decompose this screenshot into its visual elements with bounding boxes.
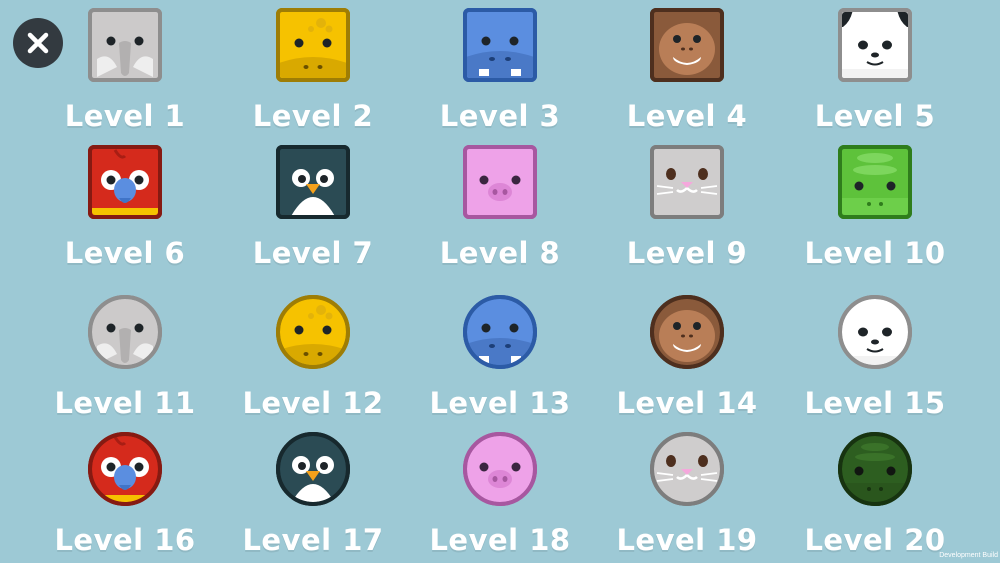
snake-face-graphic (838, 145, 912, 219)
level-7-button[interactable]: Level 7 (233, 144, 393, 274)
level-label: Level 6 (64, 236, 186, 270)
level-14-button[interactable]: Level 14 (607, 294, 767, 424)
level-5-button[interactable]: Level 5 (795, 7, 955, 137)
level-17-button[interactable]: Level 17 (233, 431, 393, 561)
penguin-icon (275, 431, 351, 507)
panda-face-graphic (838, 8, 912, 82)
level-10-button[interactable]: Level 10 (795, 144, 955, 274)
parrot-face-graphic (88, 432, 162, 506)
hippo-icon (462, 7, 538, 83)
panda-icon (837, 294, 913, 370)
level-11-button[interactable]: Level 11 (45, 294, 205, 424)
dev-build-label: Development Build (939, 552, 998, 559)
elephant-icon (87, 7, 163, 83)
penguin-face-graphic (276, 432, 350, 506)
level-label: Level 20 (804, 523, 946, 557)
pig-icon (462, 431, 538, 507)
crocodile-face-graphic (838, 432, 912, 506)
level-19-button[interactable]: Level 19 (607, 431, 767, 561)
parrot-face-graphic (88, 145, 162, 219)
level-1-button[interactable]: Level 1 (45, 7, 205, 137)
level-label: Level 16 (54, 523, 196, 557)
level-3-button[interactable]: Level 3 (420, 7, 580, 137)
level-label: Level 5 (814, 99, 936, 133)
level-label: Level 2 (252, 99, 374, 133)
level-label: Level 14 (616, 386, 758, 420)
parrot-icon (87, 431, 163, 507)
penguin-face-graphic (276, 145, 350, 219)
hippo-icon (462, 294, 538, 370)
giraffe-face-graphic (276, 8, 350, 82)
level-label: Level 15 (804, 386, 946, 420)
penguin-icon (275, 144, 351, 220)
rabbit-icon (649, 431, 725, 507)
pig-face-graphic (463, 432, 537, 506)
level-6-button[interactable]: Level 6 (45, 144, 205, 274)
level-13-button[interactable]: Level 13 (420, 294, 580, 424)
rabbit-face-graphic (650, 145, 724, 219)
level-label: Level 11 (54, 386, 196, 420)
level-20-button[interactable]: Level 20 (795, 431, 955, 561)
level-label: Level 12 (242, 386, 384, 420)
level-label: Level 4 (626, 99, 748, 133)
crocodile-icon (837, 431, 913, 507)
elephant-face-graphic (88, 295, 162, 369)
level-2-button[interactable]: Level 2 (233, 7, 393, 137)
level-label: Level 8 (439, 236, 561, 270)
level-label: Level 19 (616, 523, 758, 557)
hippo-face-graphic (463, 8, 537, 82)
level-16-button[interactable]: Level 16 (45, 431, 205, 561)
hippo-face-graphic (463, 295, 537, 369)
snake-icon (837, 144, 913, 220)
level-label: Level 3 (439, 99, 561, 133)
monkey-icon (649, 294, 725, 370)
giraffe-face-graphic (276, 295, 350, 369)
parrot-icon (87, 144, 163, 220)
monkey-face-graphic (650, 8, 724, 82)
level-12-button[interactable]: Level 12 (233, 294, 393, 424)
pig-icon (462, 144, 538, 220)
level-8-button[interactable]: Level 8 (420, 144, 580, 274)
level-label: Level 9 (626, 236, 748, 270)
elephant-icon (87, 294, 163, 370)
level-label: Level 13 (429, 386, 571, 420)
level-9-button[interactable]: Level 9 (607, 144, 767, 274)
level-4-button[interactable]: Level 4 (607, 7, 767, 137)
monkey-face-graphic (650, 295, 724, 369)
panda-face-graphic (838, 295, 912, 369)
elephant-face-graphic (88, 8, 162, 82)
giraffe-icon (275, 294, 351, 370)
pig-face-graphic (463, 145, 537, 219)
level-grid: Level 1 Level 2 Level 3 Level 4 Level 5 … (0, 0, 1000, 563)
level-label: Level 17 (242, 523, 384, 557)
giraffe-icon (275, 7, 351, 83)
level-label: Level 18 (429, 523, 571, 557)
level-label: Level 1 (64, 99, 186, 133)
panda-icon (837, 7, 913, 83)
level-label: Level 7 (252, 236, 374, 270)
rabbit-face-graphic (650, 432, 724, 506)
monkey-icon (649, 7, 725, 83)
rabbit-icon (649, 144, 725, 220)
level-label: Level 10 (804, 236, 946, 270)
level-18-button[interactable]: Level 18 (420, 431, 580, 561)
level-15-button[interactable]: Level 15 (795, 294, 955, 424)
